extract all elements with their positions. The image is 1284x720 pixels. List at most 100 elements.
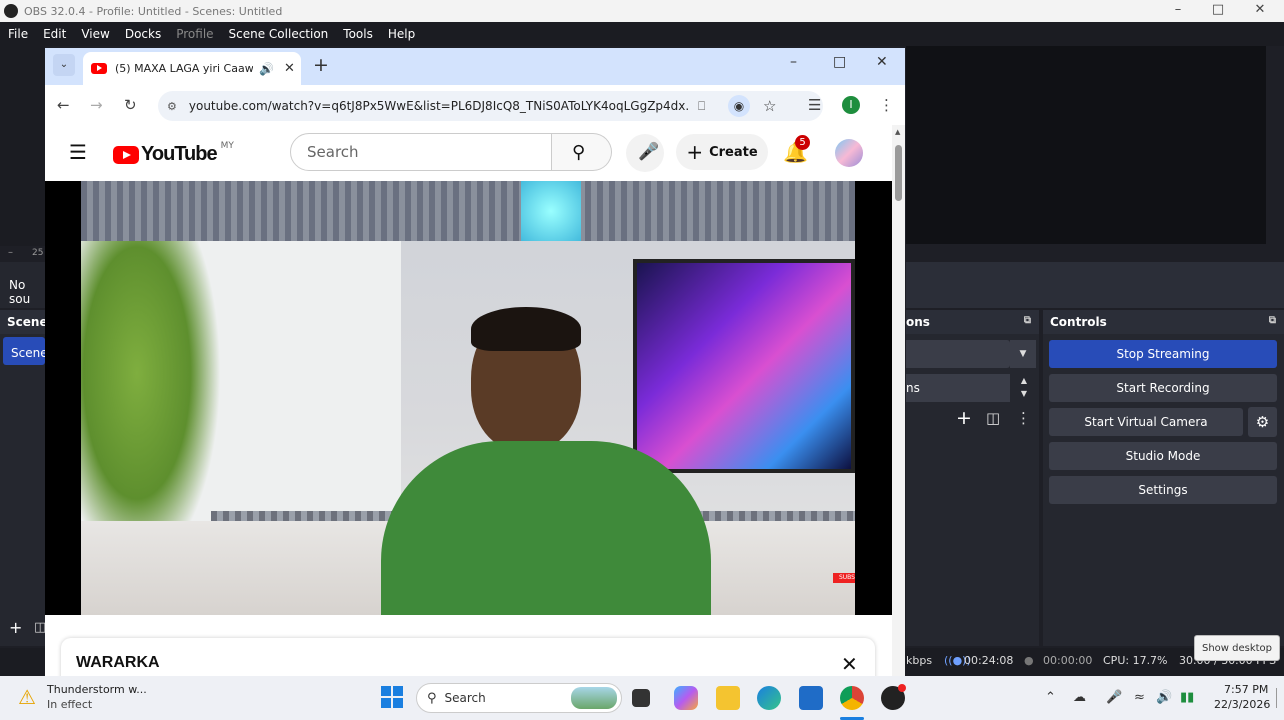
start-recording-button[interactable]: Start Recording: [1049, 374, 1277, 402]
menu-tools[interactable]: Tools: [343, 27, 373, 41]
page-scrollbar[interactable]: ▲: [892, 125, 905, 676]
subscribe-watermark: SUBSCRIBE: [833, 573, 855, 583]
add-scene-icon[interactable]: +: [9, 618, 22, 637]
duration-stepper[interactable]: ▲ ▼: [1014, 374, 1034, 402]
panel-close-icon[interactable]: ✕: [841, 652, 858, 676]
menu-help[interactable]: Help: [388, 27, 415, 41]
menu-docks[interactable]: Docks: [125, 27, 161, 41]
wifi-icon[interactable]: ≈: [1134, 690, 1145, 705]
scrollbar-thumb[interactable]: [895, 145, 902, 201]
bookmark-star-icon[interactable]: ☆: [763, 97, 776, 115]
menu-view[interactable]: View: [81, 27, 109, 41]
youtube-search-input[interactable]: Search: [290, 133, 552, 171]
chrome-menu-icon[interactable]: ⋮: [879, 96, 894, 114]
chrome-maximize-icon[interactable]: □: [833, 54, 846, 70]
weather-title[interactable]: Thunderstorm w...: [47, 683, 147, 696]
menu-scene-collection[interactable]: Scene Collection: [229, 27, 329, 41]
undock-icon[interactable]: ⧉: [1024, 315, 1031, 326]
profile-avatar[interactable]: I: [842, 96, 860, 114]
weather-warning-icon[interactable]: ⚠: [18, 685, 36, 709]
youtube-search-button[interactable]: ⚲: [552, 133, 612, 171]
menu-file[interactable]: File: [8, 27, 28, 41]
menu-edit[interactable]: Edit: [43, 27, 66, 41]
scene-list-item[interactable]: Scene: [3, 337, 48, 365]
clock-date[interactable]: 22/3/2026: [1214, 698, 1270, 711]
windows-start-icon[interactable]: [381, 686, 403, 708]
chrome-close-icon[interactable]: ✕: [876, 54, 888, 70]
no-source-label: No sou: [9, 278, 31, 306]
battery-icon[interactable]: ▮▮: [1180, 690, 1194, 705]
menu-profile[interactable]: Profile: [176, 27, 213, 41]
youtube-play-logo-icon: [113, 145, 139, 164]
stream-time: 00:24:08: [964, 654, 1014, 667]
site-info-icon[interactable]: ⚙: [167, 100, 177, 113]
volume-icon[interactable]: 🔊: [1156, 690, 1172, 705]
search-placeholder: Search: [307, 143, 359, 161]
create-label: Create: [709, 144, 758, 160]
transitions-dock-body: ▼ ns ▲ ▼ + ◫ ⋮: [906, 334, 1039, 646]
hamburger-menu-icon[interactable]: ☰: [69, 140, 87, 164]
media-queue-icon[interactable]: ☰: [808, 96, 821, 114]
undock-icon[interactable]: ⧉: [1269, 315, 1276, 326]
create-button[interactable]: + Create: [676, 134, 768, 170]
scenes-dock-header: Scene: [0, 310, 48, 334]
add-transition-icon[interactable]: +: [956, 407, 972, 429]
microsoft-store-icon[interactable]: [799, 686, 823, 710]
copilot-icon[interactable]: [674, 686, 698, 710]
clock-time[interactable]: 7:57 PM: [1224, 683, 1268, 696]
tab-audio-icon[interactable]: 🔊: [259, 62, 274, 76]
address-bar[interactable]: ⚙ youtube.com/watch?v=q6tJ8Px5WwE&list=P…: [158, 91, 823, 121]
obs-source-panel-partial: No sou: [0, 262, 45, 308]
reload-icon[interactable]: ↻: [124, 96, 137, 114]
file-explorer-icon[interactable]: [716, 686, 740, 710]
notifications-badge: 5: [795, 135, 810, 150]
transition-duration-partial: ns: [906, 381, 920, 395]
remove-transition-icon[interactable]: ◫: [986, 409, 1000, 427]
cast-icon[interactable]: ⎕: [698, 99, 705, 114]
back-arrow-icon[interactable]: ←: [57, 96, 70, 114]
studio-mode-button[interactable]: Studio Mode: [1049, 442, 1277, 470]
transition-select[interactable]: [906, 340, 1010, 368]
plus-icon: +: [686, 140, 704, 164]
obs-preview-canvas[interactable]: [906, 46, 1266, 244]
lens-icon[interactable]: ◉: [728, 95, 750, 117]
search-icon: ⚲: [572, 142, 586, 163]
microphone-tray-icon[interactable]: 🎤: [1106, 690, 1122, 705]
new-tab-icon[interactable]: +: [313, 54, 329, 76]
chrome-minimize-icon[interactable]: –: [790, 54, 797, 70]
youtube-favicon-icon: [91, 63, 107, 74]
task-view-icon[interactable]: [632, 689, 650, 707]
youtube-logo[interactable]: YouTube MY: [113, 141, 234, 166]
chrome-active-tab[interactable]: (5) MAXA LAGA yiri Caawa 🔊 ✕: [83, 52, 301, 85]
chevron-down-icon[interactable]: ▼: [1010, 340, 1036, 368]
edge-icon[interactable]: [757, 686, 781, 710]
volume-minus-icon[interactable]: –: [8, 247, 13, 258]
transition-duration-field[interactable]: ns: [906, 374, 1010, 402]
virtual-camera-settings-gear-icon[interactable]: ⚙: [1248, 407, 1277, 437]
show-desktop-edge[interactable]: [1276, 688, 1277, 708]
close-icon[interactable]: ✕: [1240, 0, 1280, 22]
forward-arrow-icon[interactable]: →: [90, 96, 103, 114]
cloud-offline-icon[interactable]: ☁: [1073, 690, 1086, 705]
maximize-icon[interactable]: □: [1198, 0, 1238, 22]
video-player[interactable]: SUBSCRIBE: [45, 181, 892, 615]
start-virtual-camera-button[interactable]: Start Virtual Camera: [1049, 408, 1243, 436]
minimize-icon[interactable]: –: [1158, 0, 1198, 22]
stop-streaming-button[interactable]: Stop Streaming: [1049, 340, 1277, 368]
voice-search-button[interactable]: 🎤: [626, 134, 664, 172]
obs-window-title: OBS 32.0.4 - Profile: Untitled - Scenes:…: [24, 4, 283, 18]
obs-titlebar: OBS 32.0.4 - Profile: Untitled - Scenes:…: [0, 0, 1284, 22]
settings-button[interactable]: Settings: [1049, 476, 1277, 504]
transitions-dock-title: ons: [906, 315, 930, 329]
scroll-up-arrow-icon[interactable]: ▲: [895, 128, 900, 136]
show-hidden-icons-chevron-icon[interactable]: ⌃: [1045, 690, 1056, 705]
tab-title: (5) MAXA LAGA yiri Caawa: [115, 62, 253, 75]
taskbar-search-box[interactable]: ⚲ Search: [416, 683, 622, 713]
tab-close-icon[interactable]: ✕: [284, 61, 295, 76]
obs-left-preview-strip: [0, 46, 45, 246]
transition-menu-icon[interactable]: ⋮: [1016, 409, 1031, 427]
chrome-toolbar: ← → ↻ ⚙ youtube.com/watch?v=q6tJ8Px5WwE&…: [45, 85, 905, 125]
tab-search-chevron-icon[interactable]: ⌄: [53, 54, 75, 76]
account-avatar[interactable]: [835, 139, 863, 167]
chrome-taskbar-icon[interactable]: [840, 686, 864, 710]
